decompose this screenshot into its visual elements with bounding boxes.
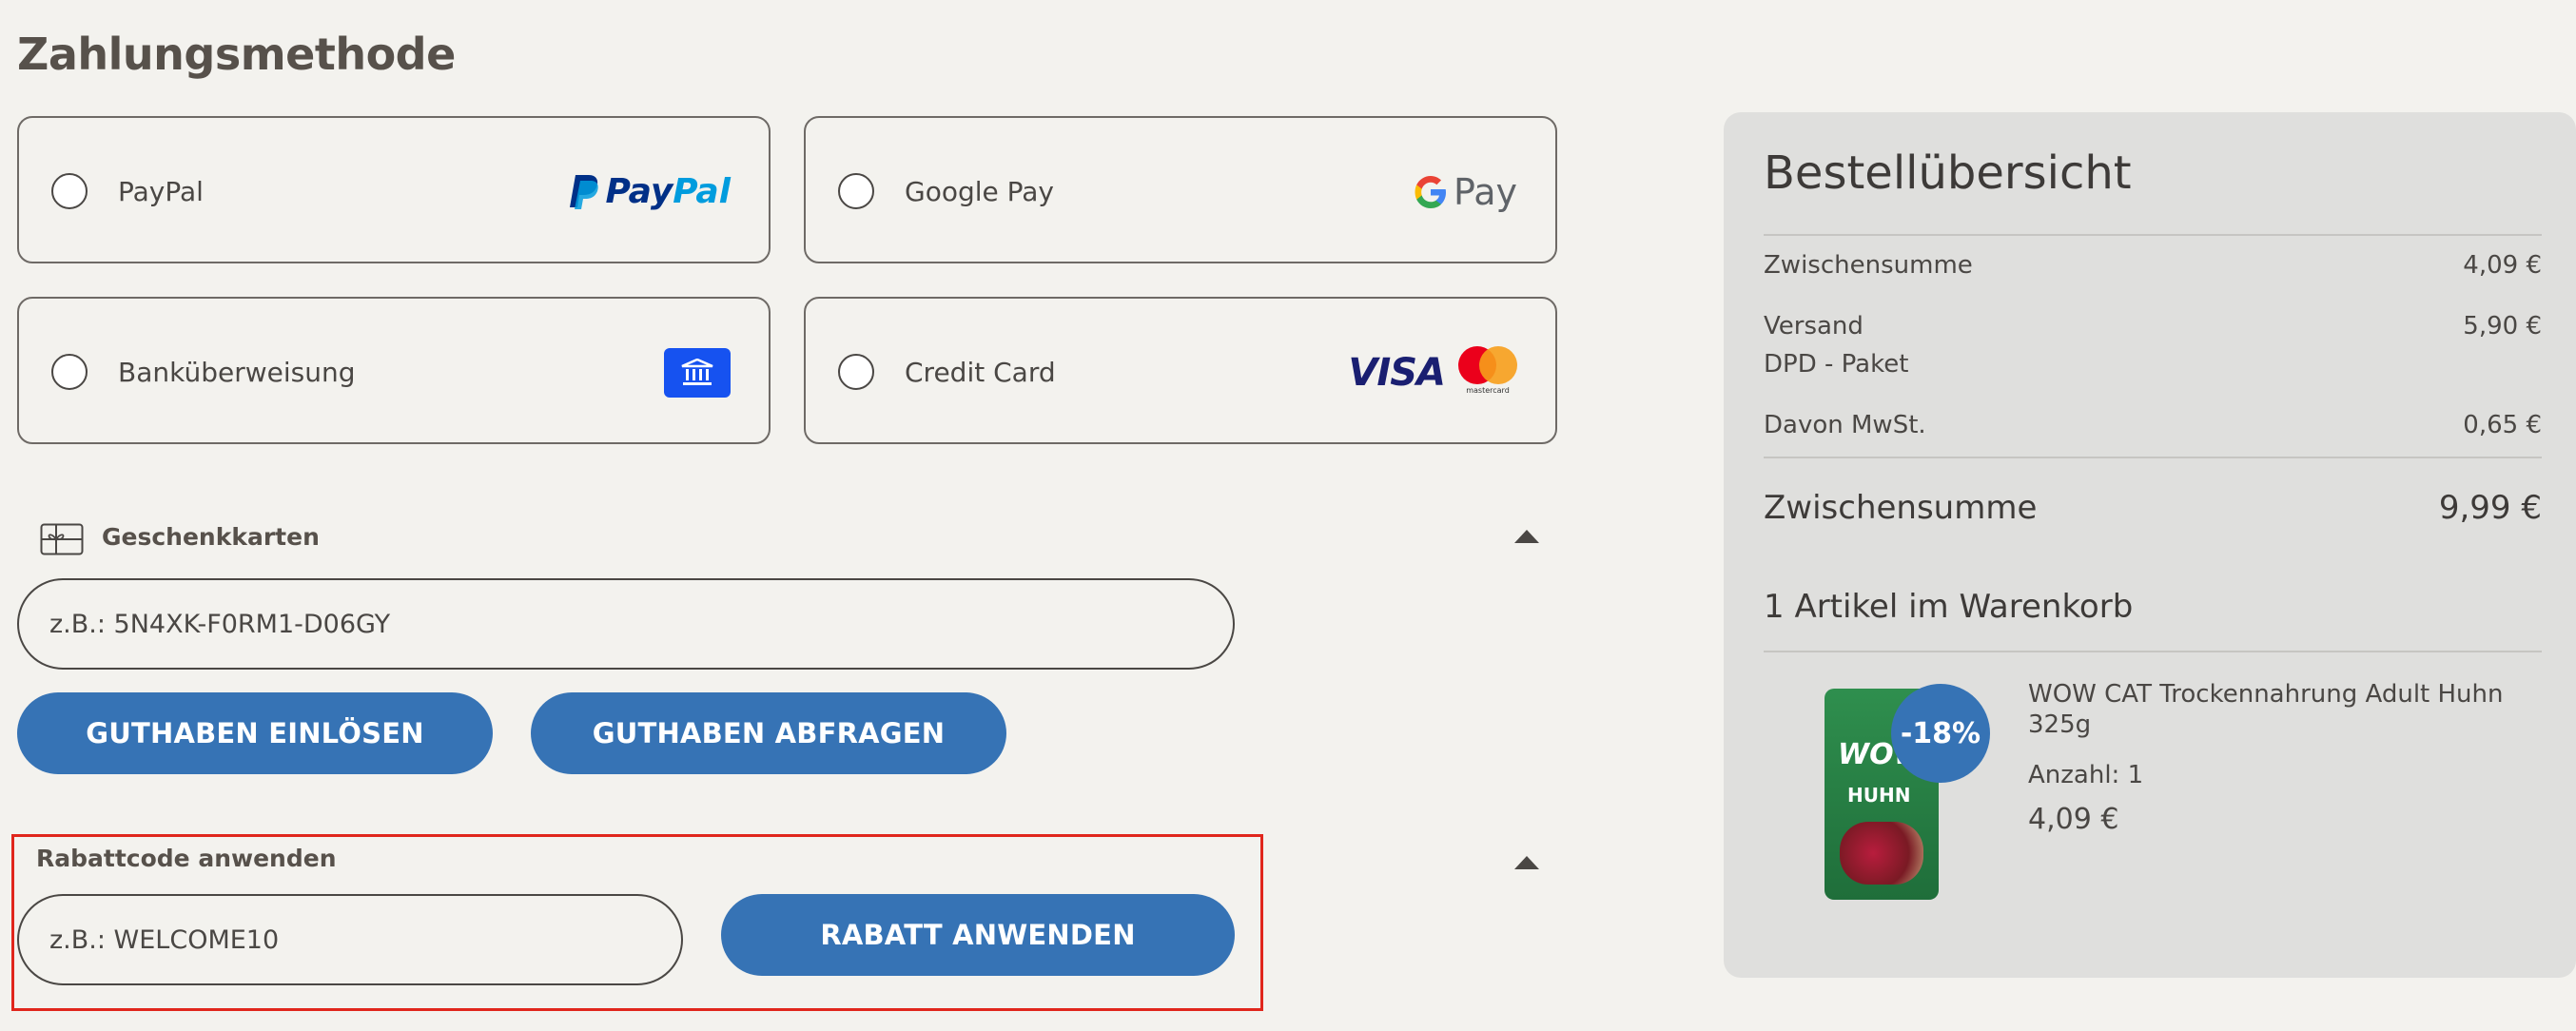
cart-count-label: 1 Artikel im Warenkorb — [1764, 588, 2134, 626]
payment-option-bank-transfer[interactable]: Banküberweisung — [17, 297, 771, 444]
radio-credit-card[interactable] — [838, 354, 874, 390]
product-food-graphic — [1840, 822, 1923, 885]
subtotal-label: Zwischensumme — [1764, 251, 1973, 280]
mastercard-wordmark: mastercard — [1466, 385, 1510, 395]
payment-label-bank-transfer: Banküberweisung — [118, 357, 356, 388]
divider — [1764, 651, 2542, 652]
redeem-balance-button[interactable]: GUTHABEN EINLÖSEN — [17, 692, 493, 774]
order-summary-title: Bestellübersicht — [1764, 146, 2132, 200]
paypal-logo: PayPal — [568, 118, 731, 265]
total-label: Zwischensumme — [1764, 489, 2038, 527]
google-g-icon — [1415, 175, 1447, 208]
total-value: 9,99 € — [2438, 489, 2542, 527]
payment-option-paypal[interactable]: PayPal PayPal — [17, 116, 771, 263]
shipping-method: DPD - Paket — [1764, 350, 1909, 379]
product-price: 4,09 € — [2028, 803, 2119, 836]
radio-paypal[interactable] — [51, 173, 88, 209]
bank-icon — [664, 347, 731, 398]
divider — [1764, 457, 2542, 458]
visa-icon: VISA — [1348, 350, 1446, 395]
shipping-label: Versand — [1764, 312, 1864, 340]
page-title: Zahlungsmethode — [17, 29, 456, 80]
gift-cards-collapse-icon[interactable] — [1514, 530, 1539, 543]
gift-card-icon — [40, 523, 84, 555]
payment-label-credit-card: Credit Card — [905, 357, 1056, 388]
gift-card-code-input[interactable]: z.B.: 5N4XK-F0RM1-D06GY — [17, 578, 1235, 670]
payment-option-credit-card[interactable]: Credit Card VISA mastercard — [804, 297, 1557, 444]
payment-label-paypal: PayPal — [118, 176, 204, 207]
discount-collapse-icon[interactable] — [1514, 856, 1539, 869]
subtotal-value: 4,09 € — [2463, 251, 2542, 280]
discount-badge: -18% — [1891, 684, 1990, 783]
google-pay-logo: Pay — [1414, 118, 1517, 265]
mastercard-icon: mastercard — [1458, 345, 1517, 399]
paypal-p-icon — [569, 174, 598, 209]
vat-row: Davon MwSt. 0,65 € — [1764, 411, 2542, 439]
product-quantity: Anzahl: 1 — [2028, 761, 2144, 789]
paypal-wordmark: PayPal — [605, 172, 731, 211]
google-pay-wordmark: Pay — [1454, 170, 1517, 213]
check-balance-button[interactable]: GUTHABEN ABFRAGEN — [531, 692, 1006, 774]
discount-code-input[interactable]: z.B.: WELCOME10 — [17, 894, 683, 985]
product-package-flavor: HUHN — [1847, 784, 1911, 807]
apply-discount-button[interactable]: RABATT ANWENDEN — [721, 894, 1235, 976]
visa-mastercard-logo: VISA mastercard — [1348, 299, 1517, 446]
gift-cards-heading: Geschenkkarten — [102, 523, 320, 551]
subtotal-row: Zwischensumme 4,09 € — [1764, 251, 2542, 280]
discount-heading: Rabattcode anwenden — [36, 845, 337, 872]
divider — [1764, 234, 2542, 236]
payment-label-google-pay: Google Pay — [905, 176, 1054, 207]
radio-bank-transfer[interactable] — [51, 354, 88, 390]
radio-google-pay[interactable] — [838, 173, 874, 209]
bank-logo — [664, 299, 731, 446]
payment-option-google-pay[interactable]: Google Pay Pay — [804, 116, 1557, 263]
shipping-value: 5,90 € — [2463, 312, 2542, 340]
total-row: Zwischensumme 9,99 € — [1764, 489, 2542, 527]
product-name[interactable]: WOW CAT Trockennahrung Adult Huhn 325g — [2028, 679, 2542, 740]
vat-label: Davon MwSt. — [1764, 411, 1926, 439]
order-summary-panel: Bestellübersicht Zwischensumme 4,09 € Ve… — [1724, 112, 2576, 978]
shipping-row: Versand 5,90 € — [1764, 312, 2542, 340]
vat-value: 0,65 € — [2463, 411, 2542, 439]
